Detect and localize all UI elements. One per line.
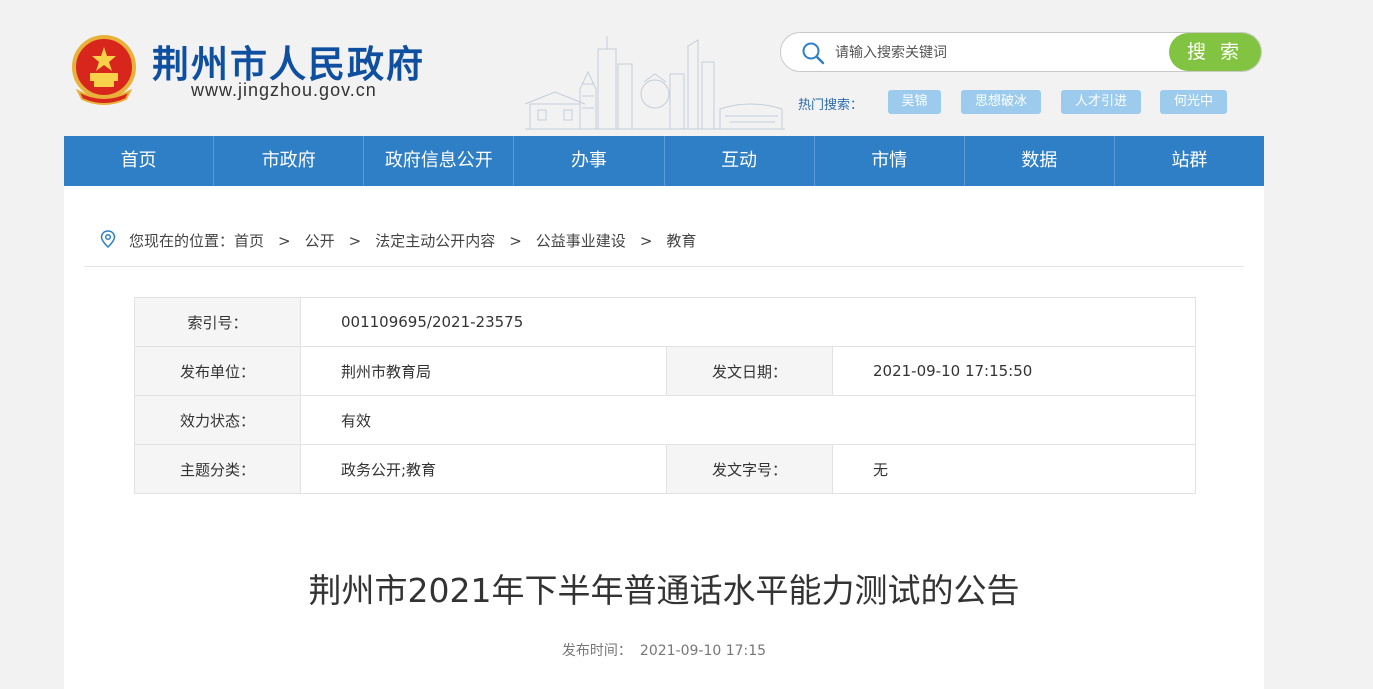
nav-item-interaction[interactable]: 互动 [665, 136, 815, 186]
breadcrumb: 您现在的位置：首页 > 公开 > 法定主动公开内容 > 公益事业建设 > 教育 [84, 226, 1244, 267]
breadcrumb-item-public[interactable]: 公开 [305, 232, 335, 250]
breadcrumb-item-education[interactable]: 教育 [666, 232, 696, 250]
breadcrumb-item-statutory[interactable]: 法定主动公开内容 [375, 232, 495, 250]
table-row: 效力状态： 有效 [134, 395, 1196, 445]
city-skyline-illustration [524, 36, 785, 130]
nav-item-info-disclosure[interactable]: 政府信息公开 [364, 136, 515, 186]
breadcrumb-separator: > [639, 232, 653, 250]
index-label: 索引号： [134, 297, 301, 347]
hot-tag[interactable]: 思想破冰 [961, 90, 1041, 114]
publish-time-value: 2021-09-10 17:15 [639, 643, 767, 659]
publisher-value: 荆州市教育局 [300, 346, 667, 396]
main-nav: 首页 市政府 政府信息公开 办事 互动 市情 数据 站群 [64, 136, 1264, 186]
date-label: 发文日期： [666, 346, 833, 396]
docno-label: 发文字号： [666, 444, 833, 494]
publish-time-label: 发布时间： [561, 643, 632, 659]
status-label: 效力状态： [134, 395, 301, 445]
docno-value: 无 [832, 444, 1196, 494]
search-button[interactable]: 搜 索 [1169, 33, 1261, 71]
document-info-table: 索引号： 001109695/2021-23575 发布单位： 荆州市教育局 发… [134, 297, 1196, 494]
nav-item-site-group[interactable]: 站群 [1115, 136, 1264, 186]
location-pin-icon [100, 230, 116, 248]
topic-value: 政务公开;教育 [300, 444, 667, 494]
site-header: 荆州市人民政府 www.jingzhou.gov.cn 请输入搜索关键词 搜 索… [0, 0, 1373, 136]
table-row: 主题分类： 政务公开;教育 发文字号： 无 [134, 444, 1196, 494]
hot-tag[interactable]: 何光中 [1160, 90, 1227, 114]
article-title: 荆州市2021年下半年普通话水平能力测试的公告 [308, 571, 1020, 610]
site-url: www.jingzhou.gov.cn [191, 80, 377, 100]
search-icon [802, 42, 825, 65]
nav-item-government[interactable]: 市政府 [214, 136, 365, 186]
date-value: 2021-09-10 17:15:50 [832, 346, 1196, 396]
table-row: 索引号： 001109695/2021-23575 [134, 297, 1196, 347]
nav-item-home[interactable]: 首页 [64, 136, 215, 186]
table-row: 发布单位： 荆州市教育局 发文日期： 2021-09-10 17:15:50 [134, 346, 1196, 396]
topic-label: 主题分类： [134, 444, 301, 494]
nav-item-services[interactable]: 办事 [514, 136, 665, 186]
breadcrumb-item-public-welfare[interactable]: 公益事业建设 [536, 232, 626, 250]
hot-tag[interactable]: 吴锦 [888, 90, 941, 114]
hot-tag[interactable]: 人才引进 [1061, 90, 1141, 114]
main-content: 您现在的位置：首页 > 公开 > 法定主动公开内容 > 公益事业建设 > 教育 索引号： 001… [64, 186, 1264, 689]
breadcrumb-separator: > [509, 232, 522, 250]
hot-search-label: 热门搜索： [798, 98, 864, 113]
nav-item-data[interactable]: 数据 [965, 136, 1115, 186]
breadcrumb-separator: > [278, 232, 291, 250]
status-value: 有效 [300, 395, 1196, 445]
breadcrumb-item-home[interactable]: 首页 [234, 232, 264, 250]
search-input[interactable] [833, 39, 1167, 67]
breadcrumb-prefix: 您现在的位置： [129, 232, 235, 250]
search-box: 搜 索 [780, 32, 1262, 72]
publisher-label: 发布单位： [134, 346, 301, 396]
national-emblem-icon [72, 35, 136, 105]
publish-time: 发布时间： 2021-09-10 17:15 [64, 640, 1264, 660]
index-value: 001109695/2021-23575 [300, 297, 1196, 347]
nav-item-city-info[interactable]: 市情 [815, 136, 965, 186]
breadcrumb-separator: > [348, 232, 362, 250]
